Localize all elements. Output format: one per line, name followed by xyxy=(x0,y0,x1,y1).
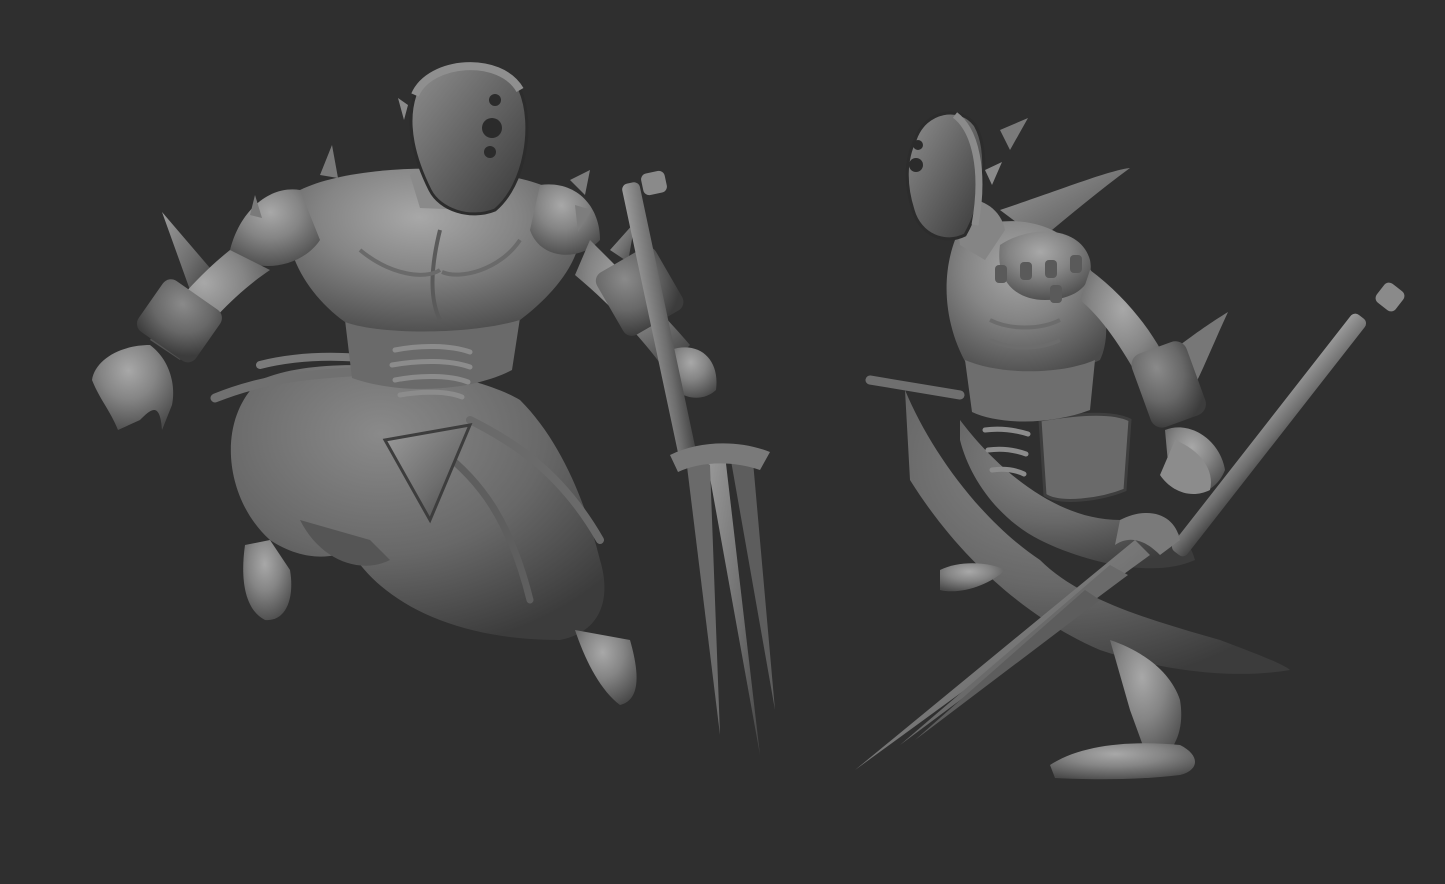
spear-cap xyxy=(641,170,667,196)
foot-right xyxy=(575,630,637,705)
cloth-strap-top xyxy=(865,375,965,400)
side-spear-cap xyxy=(1375,282,1405,312)
ear-left xyxy=(398,98,408,120)
helmet-hole-2 xyxy=(482,118,502,138)
side-ear xyxy=(985,162,1002,185)
helmet-hole-3 xyxy=(484,146,496,158)
helmet-spike xyxy=(1000,118,1028,150)
shoulder-spike-1 xyxy=(320,145,338,178)
side-blade-low xyxy=(915,590,1100,740)
side-helmet-hole-1 xyxy=(913,140,923,150)
side-front-flap xyxy=(1038,412,1132,502)
helmet-hole-1 xyxy=(489,94,501,106)
side-foot-front xyxy=(1050,743,1195,780)
warrior-front-figure xyxy=(92,62,775,755)
side-helmet-hole-2 xyxy=(909,158,923,172)
sculpt-viewport xyxy=(0,0,1445,884)
side-foot-rear xyxy=(940,563,1005,592)
spear-front xyxy=(622,170,775,755)
sculpt-render xyxy=(92,62,1405,780)
foot-left xyxy=(243,540,292,621)
hand-left xyxy=(92,345,174,430)
warrior-side-figure xyxy=(855,111,1405,780)
